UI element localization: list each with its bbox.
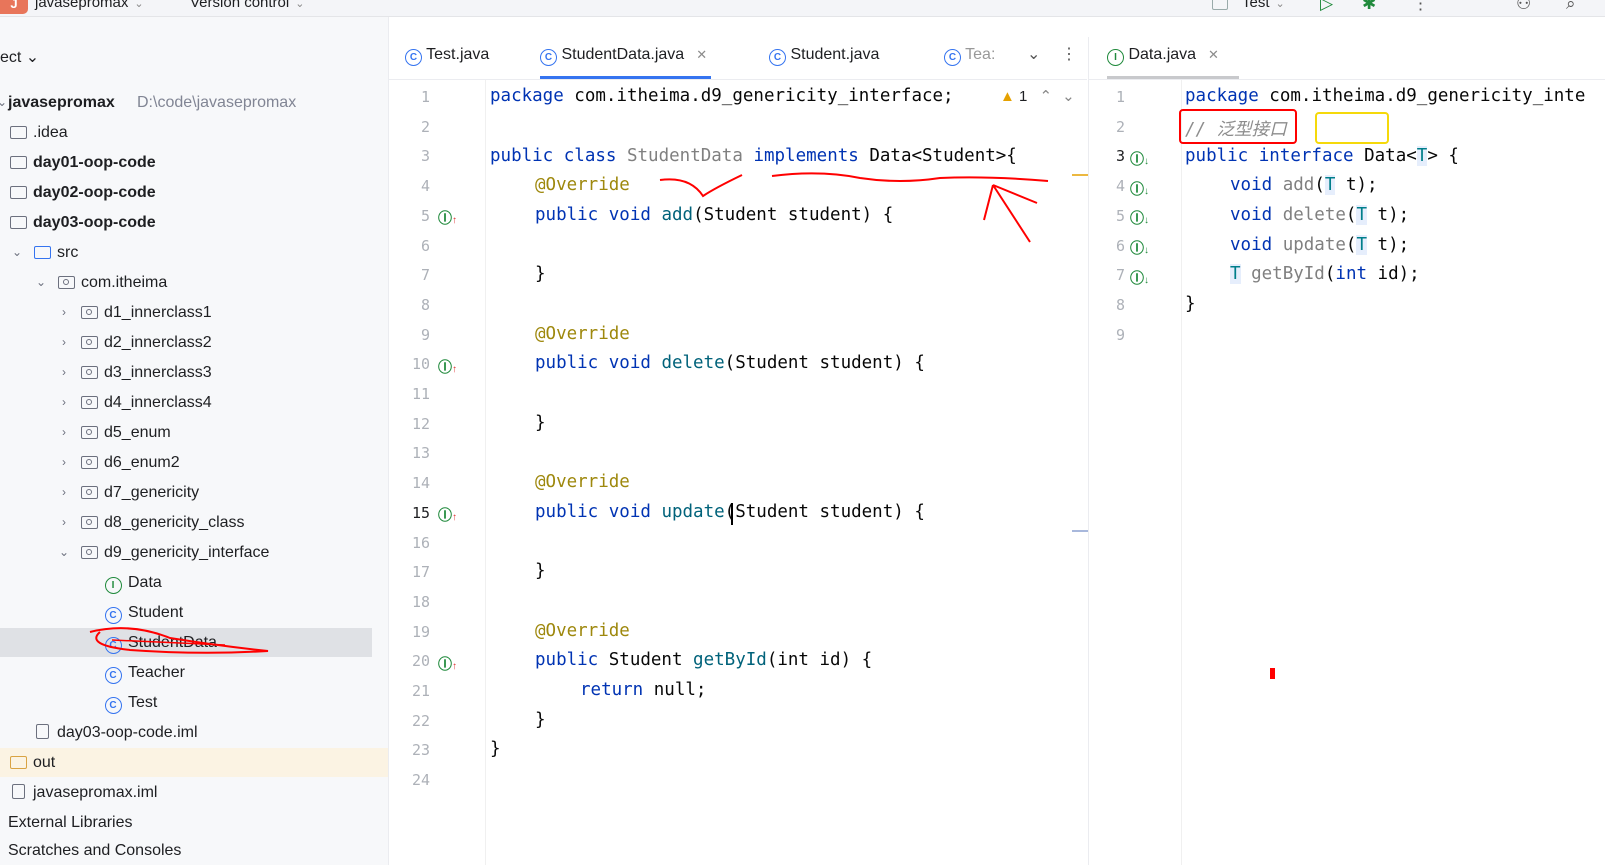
pen-dot: [1270, 668, 1275, 679]
pen-underline: [771, 172, 1049, 182]
highlight-box-yellow: [1315, 112, 1389, 144]
pen-strikethrough: [111, 639, 226, 646]
pen-squiggle: [659, 174, 743, 198]
pen-arrow: [983, 184, 1038, 243]
annotation-overlay: [89, 109, 1389, 679]
highlight-box-red: [1179, 109, 1297, 144]
